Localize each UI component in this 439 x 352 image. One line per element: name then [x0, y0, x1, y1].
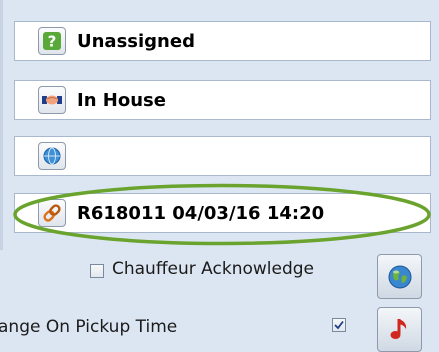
- status-row-unassigned[interactable]: ? Unassigned: [14, 21, 431, 61]
- question-mark-icon[interactable]: ?: [38, 27, 66, 55]
- chauffeur-acknowledge-label: Chauffeur Acknowledge: [112, 259, 314, 279]
- status-label: Unassigned: [77, 31, 195, 52]
- panel-left-edge: [0, 0, 3, 250]
- handshake-icon[interactable]: [38, 86, 66, 114]
- globe-button[interactable]: [377, 254, 422, 299]
- checkmark-icon: [334, 320, 344, 330]
- globe-small-icon[interactable]: [38, 142, 66, 170]
- status-row-linked-reservation[interactable]: R618011 04/03/16 14:20: [14, 193, 431, 233]
- music-note-icon: [390, 319, 407, 339]
- status-label: In House: [77, 90, 166, 111]
- globe-icon: [388, 265, 412, 289]
- alert-sound-button[interactable]: [377, 307, 422, 352]
- status-row-in-house[interactable]: In House: [14, 80, 431, 120]
- change-on-pickup-time-label: ange On Pickup Time: [0, 317, 178, 337]
- change-on-pickup-time-checkbox[interactable]: [332, 318, 346, 332]
- link-chain-icon[interactable]: [38, 199, 66, 227]
- svg-text:?: ?: [48, 33, 57, 51]
- reservation-link-label: R618011 04/03/16 14:20: [77, 203, 325, 224]
- status-row-blank[interactable]: [14, 136, 431, 176]
- chauffeur-acknowledge-checkbox[interactable]: [90, 264, 104, 278]
